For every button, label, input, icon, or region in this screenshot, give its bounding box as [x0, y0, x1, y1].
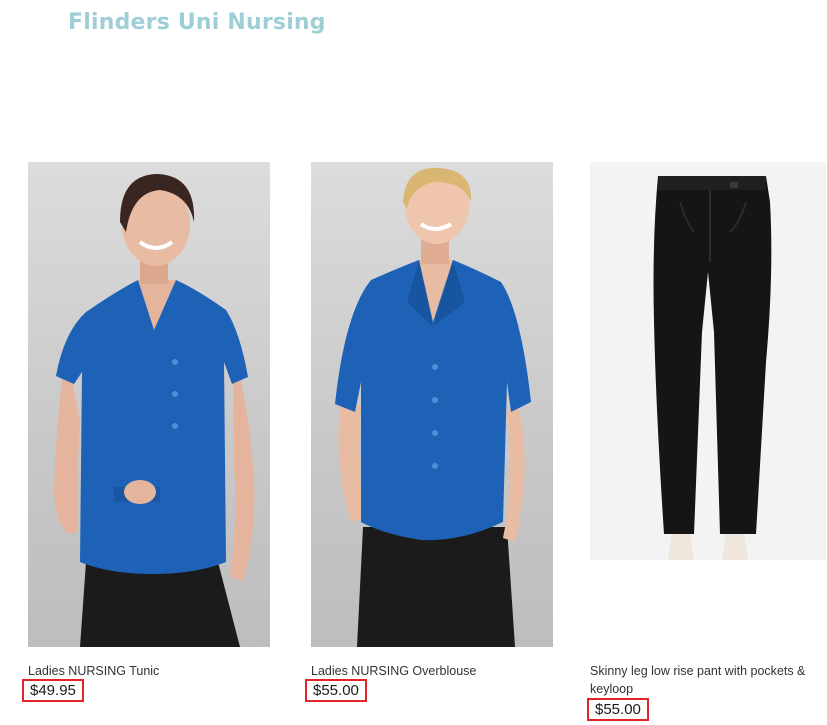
product-image-overblouse[interactable] [311, 162, 553, 647]
product-image-pants[interactable] [590, 162, 826, 560]
product-price: $49.95 [22, 679, 84, 702]
product-name[interactable]: Skinny leg low rise pant with pockets & … [590, 662, 826, 698]
product-card[interactable]: Ladies NURSING Overblouse $55.00 [305, 162, 553, 702]
product-name[interactable]: Ladies NURSING Tunic [28, 662, 264, 680]
model-tunic-image [54, 174, 255, 647]
product-listing-page: Flinders Uni Nursing Ladies NURSING Tuni… [0, 0, 827, 725]
product-price: $55.00 [305, 679, 367, 702]
category-title: Flinders Uni Nursing [68, 10, 326, 35]
black-pants-image [653, 176, 772, 560]
product-price: $55.00 [587, 698, 649, 721]
product-card[interactable]: Ladies NURSING Tunic $49.95 [22, 162, 270, 702]
product-card[interactable]: Skinny leg low rise pant with pockets & … [587, 162, 826, 721]
product-name[interactable]: Ladies NURSING Overblouse [311, 662, 547, 680]
product-image-tunic[interactable] [28, 162, 270, 647]
model-overblouse-image [335, 167, 531, 647]
